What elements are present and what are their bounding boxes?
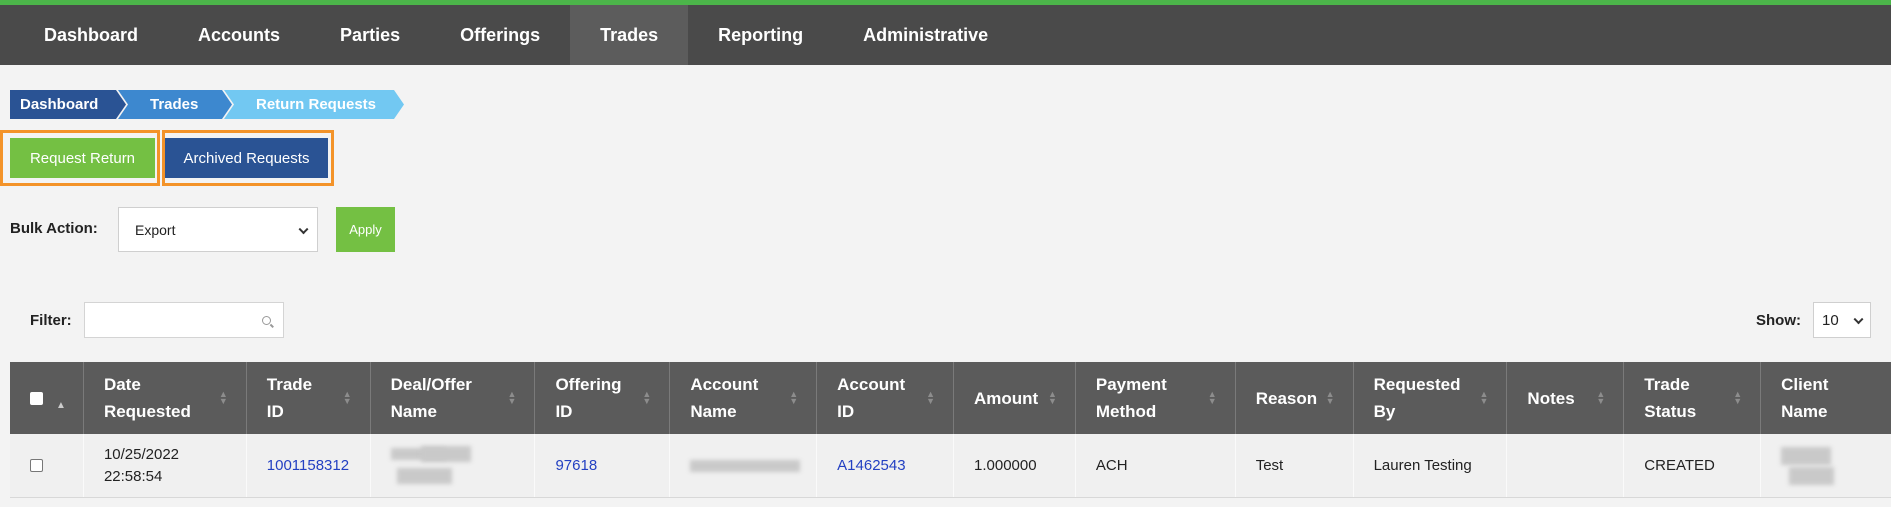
cell-offering-id: 97618 — [535, 434, 671, 497]
cell-trade-status: CREATED — [1624, 434, 1762, 497]
table-row: 10/25/2022 22:58:54 1001158312 97618 A146… — [10, 434, 1891, 498]
account-id-link[interactable]: A1462543 — [837, 455, 905, 477]
redacted-account-name — [690, 459, 801, 472]
filter-label: Filter: — [30, 312, 72, 329]
bulk-action-select[interactable]: Export — [118, 207, 318, 252]
sort-icon: ▲ ▼ — [218, 389, 228, 406]
cell-account-name — [670, 434, 818, 497]
col-notes[interactable]: Notes ▲ ▼ — [1507, 362, 1625, 434]
sort-icon: ▲ ▼ — [507, 389, 517, 406]
cell-client-name — [1761, 434, 1891, 497]
col-account-name[interactable]: Account Name ▲ ▼ — [670, 362, 818, 434]
nav-parties[interactable]: Parties — [310, 5, 430, 65]
cell-deal-offer-name — [371, 434, 536, 497]
row-checkbox[interactable] — [30, 459, 43, 472]
nav-offerings[interactable]: Offerings — [430, 5, 570, 65]
nav-accounts[interactable]: Accounts — [168, 5, 310, 65]
chevron-down-icon — [1853, 314, 1864, 325]
offering-id-link[interactable]: 97618 — [555, 455, 597, 477]
trade-id-link[interactable]: 1001158312 — [267, 455, 349, 477]
cell-reason: Test — [1236, 434, 1354, 497]
sort-icon: ▲ ▼ — [1733, 389, 1743, 406]
select-all-checkbox[interactable] — [30, 391, 43, 405]
request-return-button[interactable]: Request Return — [10, 138, 155, 178]
bulk-action-value: Export — [135, 221, 176, 238]
cell-notes — [1507, 434, 1625, 497]
nav-reporting[interactable]: Reporting — [688, 5, 833, 65]
filter-input[interactable] — [84, 302, 284, 338]
search-icon — [262, 316, 271, 325]
bulk-action-label: Bulk Action: — [10, 220, 98, 237]
apply-button[interactable]: Apply — [336, 207, 395, 252]
breadcrumb-dashboard[interactable]: Dashboard — [10, 90, 126, 119]
cell-payment-method: ACH — [1076, 434, 1236, 497]
show-label: Show: — [1756, 312, 1801, 329]
redacted-deal-name — [390, 442, 481, 490]
col-offering-id[interactable]: Offering ID ▲ ▼ — [535, 362, 671, 434]
sort-icon: ▲ ▼ — [926, 389, 936, 406]
main-nav: Dashboard Accounts Parties Offerings Tra… — [0, 5, 1891, 65]
col-deal-offer-name[interactable]: Deal/Offer Name ▲ ▼ — [371, 362, 536, 434]
col-trade-status[interactable]: Trade Status ▲ ▼ — [1624, 362, 1762, 434]
sort-icon: ▲ ▼ — [642, 389, 652, 406]
col-date-requested[interactable]: Date Requested ▲ ▼ — [84, 362, 247, 434]
archived-requests-button[interactable]: Archived Requests — [165, 138, 328, 178]
nav-trades[interactable]: Trades — [570, 5, 689, 65]
cell-trade-id: 1001158312 — [247, 434, 371, 497]
page-size-select[interactable]: 10 — [1813, 302, 1871, 338]
nav-dashboard[interactable]: Dashboard — [0, 5, 168, 65]
cell-amount: 1.000000 — [954, 434, 1076, 497]
col-account-id[interactable]: Account ID ▲ ▼ — [817, 362, 955, 434]
sort-icon: ▲ ▼ — [1207, 389, 1217, 406]
cell-requested-by: Lauren Testing — [1354, 434, 1508, 497]
sort-asc-icon[interactable]: ▲ — [56, 392, 66, 419]
table-header: ▲ Date Requested ▲ ▼ Trade ID ▲ ▼ Deal/Offer Na… — [10, 362, 1891, 434]
select-all-header[interactable]: ▲ — [10, 362, 84, 434]
breadcrumb-trades[interactable]: Trades — [118, 90, 232, 119]
sort-icon: ▲ ▼ — [1479, 389, 1489, 406]
cell-date-requested: 10/25/2022 22:58:54 — [84, 434, 247, 497]
col-reason[interactable]: Reason ▲ ▼ — [1236, 362, 1354, 434]
sort-icon: ▲ ▼ — [1325, 389, 1335, 406]
col-amount[interactable]: Amount ▲ ▼ — [954, 362, 1076, 434]
col-trade-id[interactable]: Trade ID ▲ ▼ — [247, 362, 371, 434]
page-size-value: 10 — [1822, 311, 1839, 329]
col-payment-method[interactable]: Payment Method ▲ ▼ — [1076, 362, 1236, 434]
sort-icon: ▲ ▼ — [1047, 389, 1057, 406]
row-select-cell — [10, 434, 84, 497]
nav-administrative[interactable]: Administrative — [833, 5, 1018, 65]
redacted-client-name — [1781, 443, 1841, 489]
col-requested-by[interactable]: Requested By ▲ ▼ — [1354, 362, 1508, 434]
chevron-down-icon — [298, 223, 309, 234]
col-client-name[interactable]: Client Name — [1761, 362, 1891, 434]
breadcrumb: Dashboard Trades Return Requests — [10, 90, 404, 119]
sort-icon: ▲ ▼ — [789, 389, 799, 406]
cell-account-id: A1462543 — [817, 434, 955, 497]
breadcrumb-return-requests: Return Requests — [224, 90, 404, 119]
sort-icon: ▲ ▼ — [1596, 389, 1606, 406]
sort-icon: ▲ ▼ — [342, 389, 352, 406]
